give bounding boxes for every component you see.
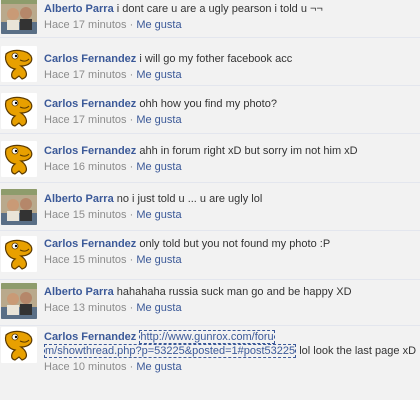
comment-timestamp[interactable]: Hace 17 minutos	[44, 19, 127, 31]
comment-text: ohh how you find my photo?	[139, 98, 277, 110]
comment-timestamp[interactable]: Hace 10 minutos	[44, 361, 127, 373]
like-link[interactable]: Me gusta	[136, 254, 181, 266]
forum-link-continued[interactable]: m/showthread.php?p=53225&posted=1#post53…	[44, 344, 297, 358]
creature-avatar[interactable]	[1, 46, 37, 82]
comment-meta: Hace 16 minutos · Me gusta	[44, 160, 416, 174]
comment-author-link[interactable]: Carlos Fernandez	[44, 145, 136, 157]
comment-timestamp[interactable]: Hace 17 minutos	[44, 114, 127, 126]
comment-text: i will go my fother facebook acc	[139, 53, 293, 65]
comment-timestamp[interactable]: Hace 15 minutos	[44, 254, 127, 266]
like-link[interactable]: Me gusta	[136, 161, 181, 173]
forum-link[interactable]: http://www.gunrox.com/foru	[139, 330, 275, 344]
comment-text: no i just told u ... u are ugly lol	[116, 193, 263, 205]
comment-meta: Hace 15 minutos · Me gusta	[44, 208, 416, 222]
comment-meta: Hace 17 minutos · Me gusta	[44, 68, 416, 82]
meta-separator: ·	[129, 69, 134, 81]
comment-text: only told but you not found my photo :P	[139, 238, 331, 250]
creature-avatar[interactable]	[1, 236, 37, 272]
comment-meta: Hace 17 minutos · Me gusta	[44, 18, 416, 32]
comment-meta: Hace 10 minutos · Me gusta	[44, 360, 416, 374]
creature-avatar[interactable]	[1, 141, 37, 177]
comment-author-link[interactable]: Alberto Parra	[44, 193, 114, 205]
meta-separator: ·	[129, 19, 134, 31]
comment-timestamp[interactable]: Hace 15 minutos	[44, 209, 127, 221]
comment-text: lol look the last page xD	[299, 345, 417, 357]
comment-author-link[interactable]: Carlos Fernandez	[44, 98, 136, 110]
comment-timestamp[interactable]: Hace 16 minutos	[44, 161, 127, 173]
creature-avatar[interactable]	[1, 93, 37, 129]
comment-text: i dont care u are a ugly pearson i told …	[116, 3, 323, 15]
meta-separator: ·	[129, 254, 134, 266]
meta-separator: ·	[129, 114, 134, 126]
comment-item: Alberto Parra i dont care u are a ugly p…	[0, 0, 420, 38]
profile-photo-avatar[interactable]	[1, 189, 37, 225]
comment-item: Carlos Fernandez ahh in forum right xD b…	[0, 135, 420, 183]
meta-separator: ·	[129, 302, 134, 314]
comment-timestamp[interactable]: Hace 13 minutos	[44, 302, 127, 314]
meta-separator: ·	[129, 161, 134, 173]
comment-meta: Hace 17 minutos · Me gusta	[44, 113, 416, 127]
comment-timestamp[interactable]: Hace 17 minutos	[44, 69, 127, 81]
comment-item: Carlos Fernandez ohh how you find my pho…	[0, 87, 420, 134]
comment-text: hahahaha russia suck man go and be happy…	[116, 286, 352, 298]
like-link[interactable]: Me gusta	[136, 19, 181, 31]
meta-separator: ·	[129, 209, 134, 221]
like-link[interactable]: Me gusta	[136, 69, 181, 81]
like-link[interactable]: Me gusta	[136, 361, 181, 373]
like-link[interactable]: Me gusta	[136, 209, 181, 221]
meta-separator: ·	[129, 361, 134, 373]
comment-meta: Hace 13 minutos · Me gusta	[44, 301, 416, 315]
comment-item: Alberto Parra no i just told u ... u are…	[0, 184, 420, 231]
profile-photo-avatar[interactable]	[1, 0, 37, 34]
creature-avatar[interactable]	[1, 327, 37, 363]
like-link[interactable]: Me gusta	[136, 114, 181, 126]
comment-item: Alberto Parra hahahaha russia suck man g…	[0, 281, 420, 326]
comment-feed: Alberto Parra i dont care u are a ugly p…	[0, 0, 420, 400]
comment-item: Carlos Fernandez only told but you not f…	[0, 232, 420, 280]
comment-author-link[interactable]: Carlos Fernandez	[44, 238, 136, 250]
comment-meta: Hace 15 minutos · Me gusta	[44, 253, 416, 267]
profile-photo-avatar[interactable]	[1, 283, 37, 319]
comment-author-link[interactable]: Alberto Parra	[44, 286, 114, 298]
comment-item: Carlos Fernandez i will go my fother fac…	[0, 40, 420, 86]
comment-item: Carlos Fernandez http://www.gunrox.com/f…	[0, 327, 420, 400]
comment-author-link[interactable]: Alberto Parra	[44, 3, 114, 15]
comment-author-link[interactable]: Carlos Fernandez	[44, 53, 136, 65]
comment-text: ahh in forum right xD but sorry im not h…	[139, 145, 358, 157]
like-link[interactable]: Me gusta	[136, 302, 181, 314]
comment-author-link[interactable]: Carlos Fernandez	[44, 331, 136, 343]
